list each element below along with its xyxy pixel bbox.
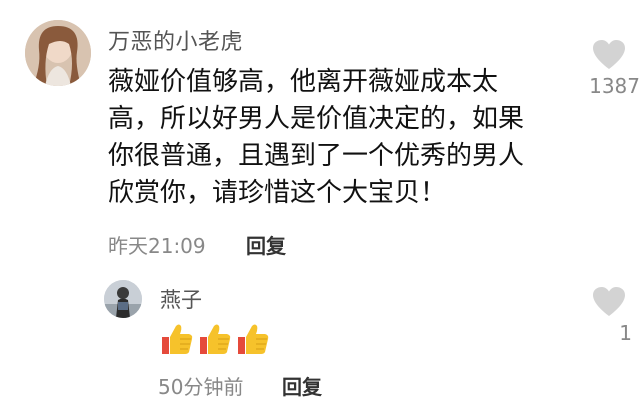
like-count: 1 (619, 321, 632, 345)
reply-button[interactable]: 回复 (246, 230, 286, 259)
heart-icon[interactable] (592, 286, 626, 318)
thumbs-up-icon (158, 322, 194, 356)
reply-username[interactable]: 燕子 (160, 284, 202, 314)
emoji-row (158, 322, 270, 356)
comment-line: 你很普通，且遇到了一个优秀的男人 (108, 141, 525, 171)
comment-line: 高，所以好男人是价值决定的，如果 (108, 104, 525, 134)
heart-icon[interactable] (592, 39, 626, 71)
comment-timestamp: 昨天21:09 (108, 234, 206, 258)
reply-timestamp: 50分钟前 (158, 375, 244, 399)
avatar[interactable] (25, 20, 91, 86)
thumbs-up-icon (234, 322, 270, 356)
avatar[interactable] (104, 280, 142, 318)
comment-line: 薇娅价值够高，他离开薇娅成本太 (108, 67, 499, 97)
thumbs-up-icon (196, 322, 232, 356)
comment-text: 薇娅价值够高，他离开薇娅成本太 高，所以好男人是价值决定的，如果 你很普通，且遇… (108, 64, 558, 212)
like-count: 1387 (589, 74, 640, 98)
reply-button[interactable]: 回复 (282, 371, 322, 400)
comment-username[interactable]: 万恶的小老虎 (108, 24, 243, 56)
comment-line: 欣赏你，请珍惜这个大宝贝！ (108, 178, 447, 208)
